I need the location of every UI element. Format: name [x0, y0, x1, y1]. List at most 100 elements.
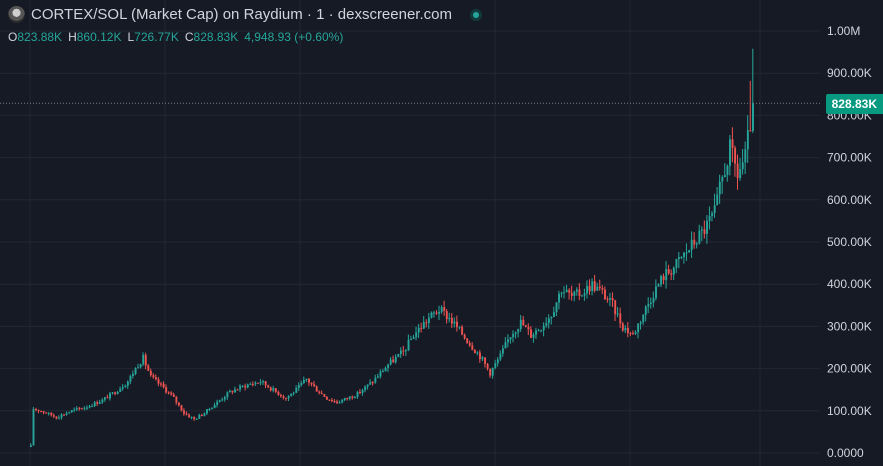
candle-up: [387, 364, 390, 368]
candle-up: [30, 445, 32, 447]
candle-up: [356, 392, 359, 397]
token-logo-icon: [8, 6, 25, 23]
candle-up: [246, 384, 249, 388]
candle-down: [731, 139, 734, 148]
candle-down: [257, 382, 259, 384]
candle-up: [415, 332, 418, 338]
candle-up: [655, 286, 657, 299]
candle-down: [479, 352, 481, 360]
candle-up: [683, 252, 686, 258]
candle-down: [425, 322, 428, 324]
candle-up: [553, 312, 555, 317]
candle-down: [282, 396, 285, 398]
candle-down: [313, 384, 316, 387]
candle-up: [680, 257, 683, 259]
candle-down: [200, 414, 203, 416]
low-label: L: [127, 30, 135, 44]
grid-lines: [0, 0, 820, 466]
candle-down: [40, 411, 43, 413]
candle-down: [392, 359, 395, 363]
candle-down: [606, 299, 609, 301]
y-tick-label: 200.00K: [827, 362, 872, 376]
candle-up: [218, 400, 221, 402]
candle-down: [175, 396, 178, 403]
candle-up: [254, 382, 257, 385]
candle-up: [405, 350, 407, 352]
candle-up: [433, 312, 436, 314]
candle-up: [634, 332, 637, 334]
candle-up: [341, 400, 344, 403]
candle-up: [354, 396, 356, 398]
candle-up: [83, 407, 86, 409]
candle-up: [305, 378, 308, 380]
live-status-icon[interactable]: [469, 8, 482, 21]
high-value: 860.12K: [76, 30, 122, 44]
candle-down: [35, 409, 38, 411]
candle-up: [98, 402, 101, 404]
candle-up: [300, 382, 303, 385]
candle-down: [614, 300, 617, 315]
y-tick-label: 400.00K: [827, 277, 872, 291]
candle-up: [695, 243, 698, 245]
candle-down: [63, 414, 66, 416]
candle-up: [47, 412, 50, 414]
candlestick-chart[interactable]: 1.00M900.00K800.00K700.00K600.00K500.00K…: [0, 0, 883, 466]
candle-up: [586, 285, 589, 294]
candle-up: [752, 103, 754, 131]
candle-down: [160, 383, 163, 385]
candle-up: [476, 352, 479, 354]
candle-down: [177, 402, 180, 406]
candle-down: [527, 326, 530, 330]
candle-down: [593, 281, 596, 291]
candle-up: [88, 406, 91, 408]
candle-up: [216, 401, 219, 406]
candle-up: [60, 414, 63, 418]
ohlc-legend: O 823.88K H 860.12K L 726.77K C 828.83K …: [8, 30, 349, 44]
candle-down: [420, 327, 423, 329]
candle-up: [675, 259, 678, 268]
candle-up: [453, 321, 456, 324]
candle-down: [351, 396, 354, 398]
candle-up: [558, 293, 561, 303]
candle-down: [632, 333, 635, 335]
candle-down: [162, 383, 165, 388]
candle-up: [292, 392, 295, 394]
candle-down: [52, 415, 55, 417]
candle-up: [139, 364, 142, 368]
candle-down: [157, 379, 160, 384]
candle-up: [369, 382, 372, 385]
current-price-tag: 828.83K: [825, 94, 883, 114]
candle-up: [93, 402, 96, 407]
candle-down: [315, 386, 318, 392]
candle-down: [471, 345, 474, 350]
candle-down: [468, 343, 471, 346]
open-value: 823.88K: [17, 30, 63, 44]
y-tick-label: 700.00K: [827, 151, 872, 165]
candle-down: [588, 285, 591, 292]
candle-down: [611, 297, 614, 301]
candle-up: [652, 298, 655, 303]
candle-up: [427, 317, 430, 323]
candle-up: [142, 354, 145, 365]
candle-down: [749, 130, 752, 132]
candle-down: [461, 326, 464, 335]
candle-up: [132, 374, 134, 376]
y-tick-label: 900.00K: [827, 66, 872, 80]
candle-up: [499, 353, 502, 360]
candle-up: [111, 392, 114, 394]
candle-down: [114, 392, 117, 394]
candle-up: [32, 409, 35, 446]
candle-down: [165, 387, 168, 393]
candle-up: [642, 314, 645, 323]
candle-down: [144, 354, 147, 366]
candle-up: [91, 406, 94, 408]
candle-up: [609, 297, 612, 300]
candle-down: [522, 319, 525, 326]
candle-up: [688, 250, 691, 253]
candle-up: [223, 397, 226, 400]
y-tick-label: 600.00K: [827, 193, 872, 207]
candle-up: [198, 414, 201, 419]
candle-down: [308, 378, 310, 383]
candle-down: [267, 385, 270, 388]
candle-up: [657, 284, 660, 287]
